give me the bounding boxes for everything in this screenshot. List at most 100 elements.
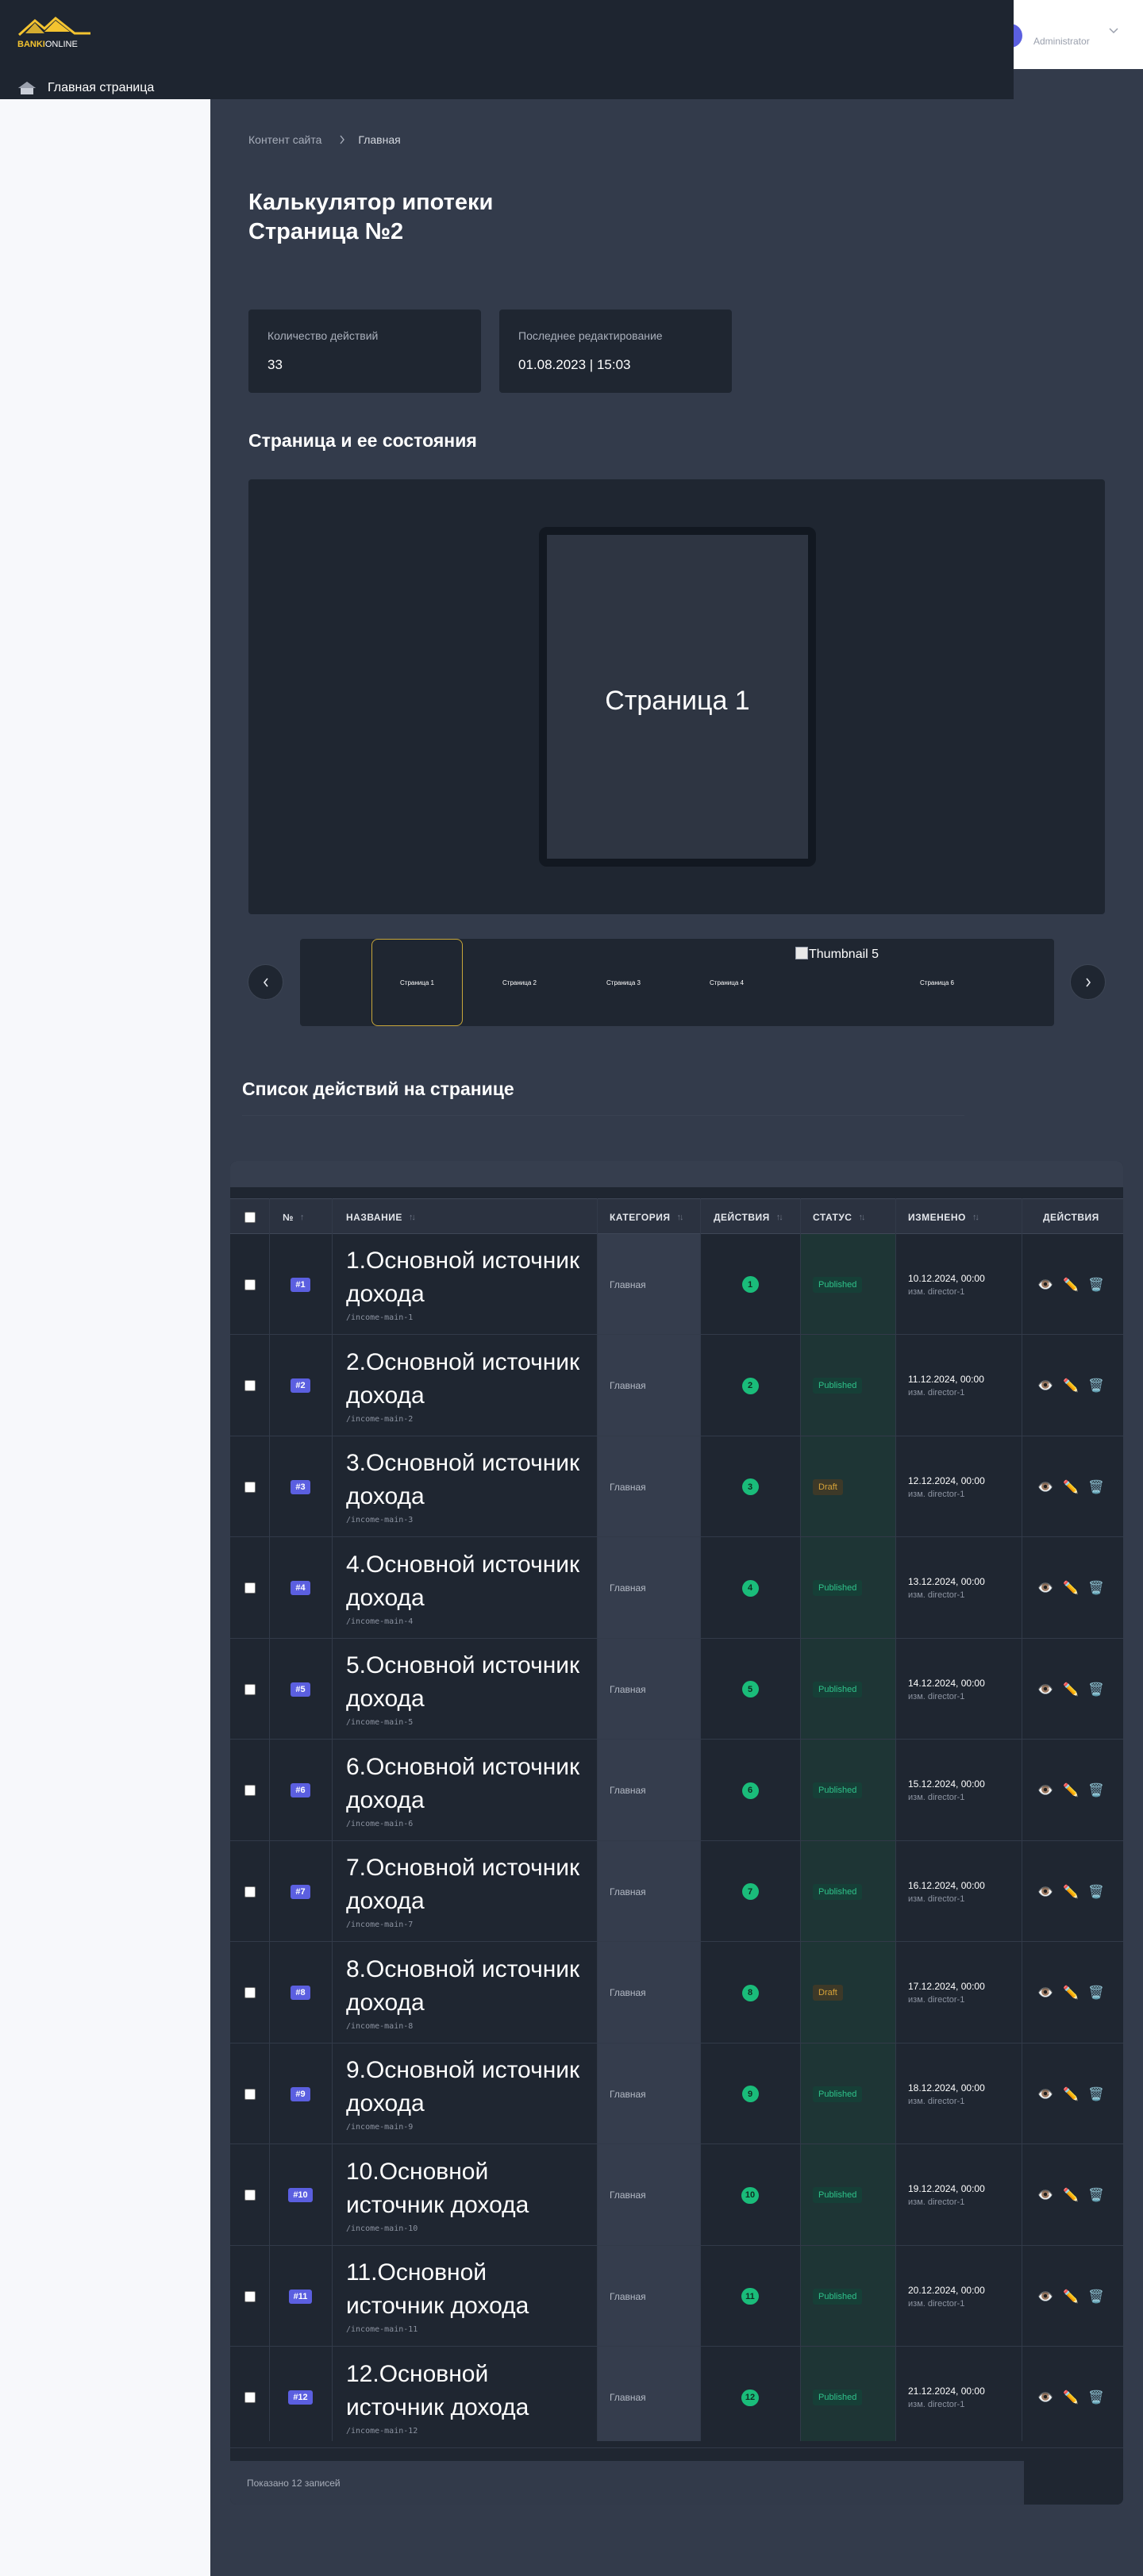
thumbnail-6[interactable]: Страница 6: [891, 939, 983, 1026]
row-actions-count-cell: 3: [700, 1436, 800, 1537]
row-title[interactable]: 2.Основной источник дохода: [346, 1346, 584, 1413]
row-name-cell: 8.Основной источник дохода/income-main-8: [346, 1953, 584, 2031]
column-header-modified[interactable]: ИЗМЕНЕНО ↑↓: [908, 1199, 979, 1235]
column-header-num[interactable]: № ↑: [283, 1199, 304, 1235]
table-row[interactable]: #3 3.Основной источник дохода/income-main…: [230, 1436, 1123, 1537]
trash-icon[interactable]: 🗑️: [1088, 1782, 1104, 1798]
thumbnail-next-button[interactable]: [1070, 964, 1106, 1000]
eye-icon[interactable]: 👁️: [1037, 1782, 1053, 1798]
trash-icon[interactable]: 🗑️: [1088, 1277, 1104, 1293]
pencil-icon[interactable]: ✏️: [1063, 2086, 1079, 2102]
column-header-actions[interactable]: ДЕЙСТВИЯ ↑↓: [714, 1199, 783, 1235]
pencil-icon[interactable]: ✏️: [1063, 1378, 1079, 1394]
pencil-icon[interactable]: ✏️: [1063, 1277, 1079, 1293]
table-row[interactable]: #6 6.Основной источник дохода/income-main…: [230, 1740, 1123, 1841]
row-title[interactable]: 1.Основной источник дохода: [346, 1244, 584, 1311]
trash-icon[interactable]: 🗑️: [1088, 2289, 1104, 2305]
eye-icon[interactable]: 👁️: [1037, 2187, 1053, 2203]
row-modified-date: 10.12.2024, 00:00: [908, 1272, 985, 1284]
column-header-category[interactable]: КАТЕГОРИЯ ↑↓: [610, 1199, 683, 1235]
trash-icon[interactable]: 🗑️: [1088, 1580, 1104, 1596]
breadcrumb: Контент сайта Главная: [248, 133, 401, 146]
trash-icon[interactable]: 🗑️: [1088, 1378, 1104, 1394]
column-header-name[interactable]: НАЗВАНИЕ ↑↓: [346, 1199, 416, 1235]
eye-icon[interactable]: 👁️: [1037, 2289, 1053, 2305]
eye-icon[interactable]: 👁️: [1037, 1378, 1053, 1394]
pencil-icon[interactable]: ✏️: [1063, 2187, 1079, 2203]
eye-icon[interactable]: 👁️: [1037, 1884, 1053, 1900]
trash-icon[interactable]: 🗑️: [1088, 1479, 1104, 1495]
row-status-cell: Draft: [813, 1943, 843, 2043]
thumbnail-prev-button[interactable]: [248, 964, 283, 1000]
pencil-icon[interactable]: ✏️: [1063, 1782, 1079, 1798]
row-title[interactable]: 3.Основной источник дохода: [346, 1447, 584, 1513]
chevron-down-icon[interactable]: [1108, 27, 1119, 35]
thumbnail-1[interactable]: Страница 1: [371, 939, 463, 1026]
thumbnail-2[interactable]: Страница 2: [474, 939, 565, 1026]
pencil-icon[interactable]: ✏️: [1063, 1682, 1079, 1697]
pencil-icon[interactable]: ✏️: [1063, 1884, 1079, 1900]
select-all-checkbox[interactable]: [244, 1211, 256, 1223]
row-title[interactable]: 8.Основной источник дохода: [346, 1953, 584, 2020]
eye-icon[interactable]: 👁️: [1037, 2390, 1053, 2405]
row-status-cell: Published: [813, 1336, 863, 1436]
status-badge: Published: [813, 1276, 863, 1293]
eye-icon[interactable]: 👁️: [1037, 1985, 1053, 2001]
trash-icon[interactable]: 🗑️: [1088, 2187, 1104, 2203]
row-title[interactable]: 12.Основной источник дохода: [346, 2358, 584, 2424]
column-header-status[interactable]: СТАТУС ↑↓: [813, 1199, 865, 1235]
trash-icon[interactable]: 🗑️: [1088, 2390, 1104, 2405]
status-badge: Published: [813, 2390, 863, 2405]
breadcrumb-item-content[interactable]: Контент сайта: [248, 133, 321, 146]
table-row[interactable]: #12 12.Основной источник дохода/income-ma…: [230, 2347, 1123, 2448]
pencil-icon[interactable]: ✏️: [1063, 2289, 1079, 2305]
pencil-icon[interactable]: ✏️: [1063, 1580, 1079, 1596]
row-title[interactable]: 10.Основной источник дохода: [346, 2155, 584, 2222]
trash-icon[interactable]: 🗑️: [1088, 1985, 1104, 2001]
trash-icon[interactable]: 🗑️: [1088, 1884, 1104, 1900]
table-row[interactable]: #11 11.Основной источник дохода/income-ma…: [230, 2246, 1123, 2347]
row-title[interactable]: 6.Основной источник дохода: [346, 1751, 584, 1817]
row-id-badge: #12: [288, 2390, 313, 2405]
table-row[interactable]: #10 10.Основной источник дохода/income-ma…: [230, 2145, 1123, 2246]
row-title[interactable]: 5.Основной источник дохода: [346, 1649, 584, 1716]
thumbnail-4[interactable]: Страница 4: [681, 939, 772, 1026]
row-title[interactable]: 9.Основной источник дохода: [346, 2054, 584, 2120]
trash-icon[interactable]: 🗑️: [1088, 2086, 1104, 2102]
thumbnail-5[interactable]: Thumbnail 5: [795, 939, 883, 1026]
row-modified-date: 17.12.2024, 00:00: [908, 1981, 985, 1992]
row-title[interactable]: 4.Основной источник дохода: [346, 1548, 584, 1615]
home-link[interactable]: Главная страница: [17, 81, 154, 95]
row-id-cell: #10: [230, 2145, 332, 2246]
table-row[interactable]: #5 5.Основной источник дохода/income-main…: [230, 1639, 1123, 1740]
eye-icon[interactable]: 👁️: [1037, 1277, 1053, 1293]
table-row[interactable]: #9 9.Основной источник дохода/income-main…: [230, 2043, 1123, 2144]
pencil-icon[interactable]: ✏️: [1063, 1479, 1079, 1495]
row-category-cell: Главная: [610, 1841, 646, 1942]
table-footer-right: [1024, 2461, 1123, 2505]
row-category: Главная: [610, 1582, 646, 1594]
thumbnail-5-alt: Thumbnail 5: [809, 948, 879, 961]
table-row[interactable]: #7 7.Основной источник дохода/income-main…: [230, 1841, 1123, 1942]
pencil-icon[interactable]: ✏️: [1063, 2390, 1079, 2405]
eye-icon[interactable]: 👁️: [1037, 1580, 1053, 1596]
status-badge: Published: [813, 2086, 863, 2102]
table-footer: Показано 12 записей: [230, 2461, 1024, 2505]
table-row[interactable]: #2 2.Основной источник дохода/income-main…: [230, 1336, 1123, 1436]
row-status-cell: Published: [813, 2246, 863, 2347]
brand-logo[interactable]: BANKIONLINE: [17, 16, 93, 52]
eye-icon[interactable]: 👁️: [1037, 1479, 1053, 1495]
table-row[interactable]: #4 4.Основной источник дохода/income-main…: [230, 1538, 1123, 1639]
eye-icon[interactable]: 👁️: [1037, 1682, 1053, 1697]
trash-icon[interactable]: 🗑️: [1088, 1682, 1104, 1697]
row-actions-badge: 2: [741, 1377, 759, 1394]
row-id-badge: #5: [291, 1682, 310, 1697]
pencil-icon[interactable]: ✏️: [1063, 1985, 1079, 2001]
table-row[interactable]: #1 1.Основной источник дохода/income-main…: [230, 1234, 1123, 1335]
row-title[interactable]: 7.Основной источник дохода: [346, 1851, 584, 1918]
thumbnail-3[interactable]: Страница 3: [578, 939, 669, 1026]
row-id-cell: #4: [230, 1538, 332, 1639]
table-row[interactable]: #8 8.Основной источник дохода/income-main…: [230, 1943, 1123, 2043]
row-title[interactable]: 11.Основной источник дохода: [346, 2256, 584, 2323]
eye-icon[interactable]: 👁️: [1037, 2086, 1053, 2102]
